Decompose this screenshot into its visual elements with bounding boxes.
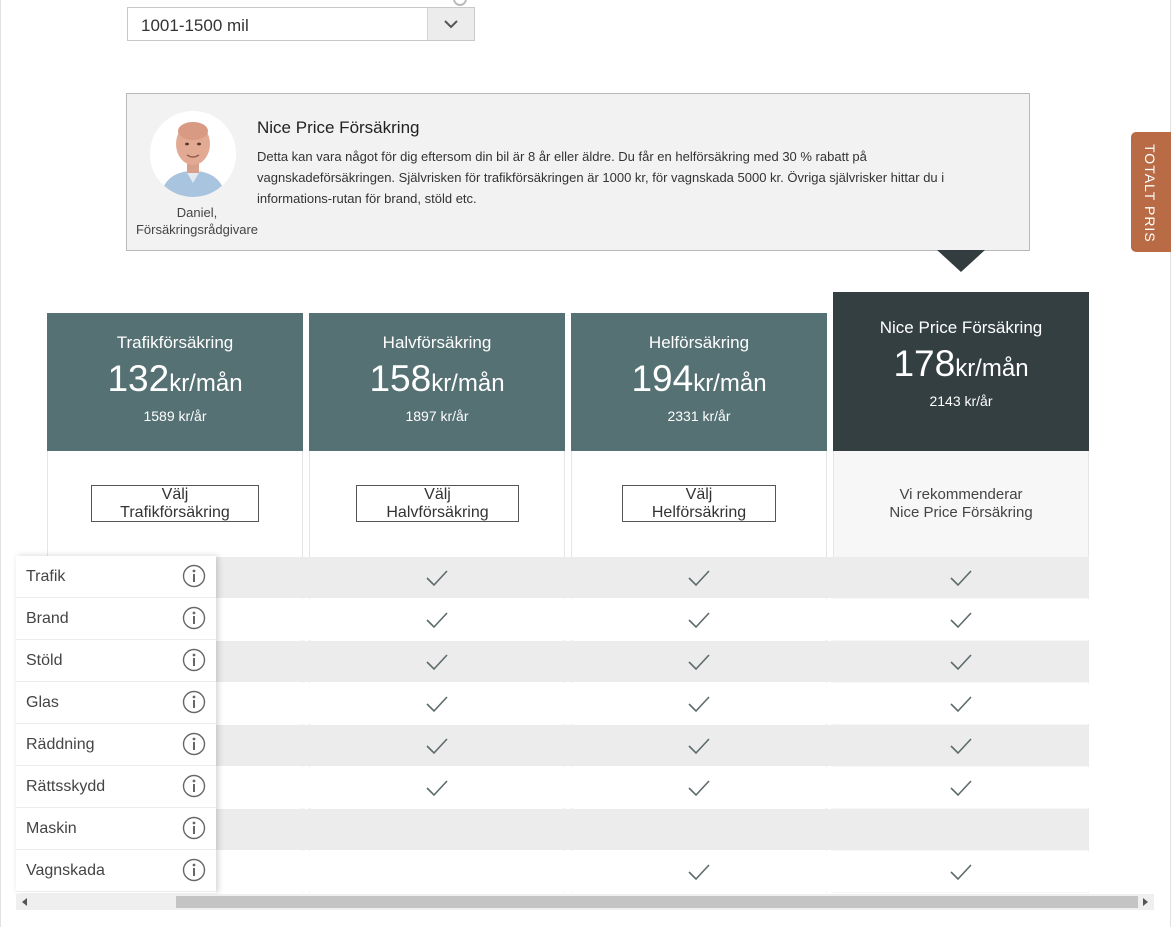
scrollbar-thumb[interactable]: [176, 896, 1138, 908]
recommendation-text: Vi rekommenderar Nice Price Försäkring: [833, 486, 1089, 522]
plan-header-trafik: Trafikförsäkring 132kr/mån 1589 kr/år: [47, 313, 303, 451]
recommendation-pointer: [937, 250, 985, 272]
feature-row: Brand: [16, 598, 216, 640]
plan-header-halv: Halvförsäkring 158kr/mån 1897 kr/år: [309, 313, 565, 451]
advisor-name: Daniel,: [176, 205, 218, 220]
recommendation-line-2: Nice Price Försäkring: [889, 504, 1033, 521]
checkmark-icon: [426, 612, 448, 629]
plan-name: Nice Price Försäkring: [879, 318, 1043, 337]
info-icon[interactable]: [182, 606, 206, 630]
advisor-avatar: [150, 111, 236, 197]
feature-label: Brand: [26, 610, 69, 627]
feature-label: Rättsskydd: [26, 778, 106, 795]
advisor-caption: Daniel, Försäkringsrådgivare: [127, 204, 267, 238]
feature-row: Glas: [16, 682, 216, 724]
frame-left-border: [0, 0, 1, 927]
plan-price-unit: kr/mån: [169, 370, 243, 397]
advisor-recommendation-box: Daniel, Försäkringsrådgivare Nice Price …: [126, 93, 1030, 251]
plan-name: Halvförsäkring: [382, 333, 492, 352]
plan-name: Helförsäkring: [648, 333, 750, 352]
plan-yearly-price: 2143 kr/år: [929, 393, 993, 409]
advisor-text: Detta kan vara något för dig eftersom di…: [257, 149, 945, 206]
checkmark-icon: [688, 864, 710, 881]
info-icon[interactable]: [182, 564, 206, 588]
checkmark-icon: [426, 696, 448, 713]
plan-price: 178kr/mån: [833, 344, 1089, 389]
plan-price-unit: kr/mån: [955, 355, 1029, 382]
checkmark-icon: [950, 654, 972, 671]
info-icon[interactable]: [182, 690, 206, 714]
info-icon[interactable]: [182, 816, 206, 840]
feature-label: Vagnskada: [26, 862, 105, 879]
advisor-title: Nice Price Försäkring: [257, 118, 420, 137]
help-circle-icon[interactable]: [453, 0, 467, 6]
choose-hel-button[interactable]: Välj Helförsäkring: [622, 485, 776, 522]
plan-yearly-price: 2331 kr/år: [667, 408, 731, 424]
choose-halv-button[interactable]: Välj Halvförsäkring: [356, 485, 519, 522]
checkmark-icon: [950, 570, 972, 587]
plan-header-niceprice: Nice Price Försäkring 178kr/mån 2143 kr/…: [833, 292, 1089, 451]
plan-price: 132kr/mån: [47, 359, 303, 404]
mileage-select[interactable]: 1001-1500 mil: [127, 7, 475, 41]
plan-price-unit: kr/mån: [431, 370, 505, 397]
plan-name: Trafikförsäkring: [116, 333, 234, 352]
info-icon[interactable]: [182, 732, 206, 756]
checkmark-icon: [950, 612, 972, 629]
plan-price: 158kr/mån: [309, 359, 565, 404]
plan-price-amount: 178: [893, 343, 956, 384]
checkmark-icon: [688, 612, 710, 629]
feature-row: Trafik: [16, 556, 216, 598]
scroll-right-arrow-icon[interactable]: [1143, 898, 1148, 906]
feature-row: Räddning: [16, 724, 216, 766]
feature-label: Trafik: [26, 568, 66, 585]
checkmark-icon: [688, 696, 710, 713]
info-icon[interactable]: [182, 858, 206, 882]
feature-row: Maskin: [16, 808, 216, 850]
feature-row: Stöld: [16, 640, 216, 682]
plan-price-unit: kr/mån: [693, 370, 767, 397]
plan-price-amount: 132: [107, 358, 170, 399]
horizontal-scrollbar[interactable]: [16, 894, 1154, 910]
feature-label: Räddning: [26, 736, 95, 753]
recommendation-line-1: Vi rekommenderar: [899, 486, 1023, 503]
checkmark-icon: [950, 864, 972, 881]
feature-label: Maskin: [26, 820, 77, 837]
plan-price-amount: 194: [631, 358, 694, 399]
feature-label: Stöld: [26, 652, 63, 669]
checkmark-icon: [950, 696, 972, 713]
plan-header-hel: Helförsäkring 194kr/mån 2331 kr/år: [571, 313, 827, 451]
checkmark-icon: [426, 738, 448, 755]
mileage-select-value: 1001-1500 mil: [141, 16, 249, 35]
checkmark-icon: [688, 780, 710, 797]
checkmark-icon: [426, 570, 448, 587]
feature-label: Glas: [26, 694, 59, 711]
feature-row: Vagnskada: [16, 850, 216, 892]
plan-yearly-price: 1589 kr/år: [143, 408, 207, 424]
plan-price: 194kr/mån: [571, 359, 827, 404]
checkmark-icon: [688, 738, 710, 755]
scroll-left-arrow-icon[interactable]: [22, 898, 27, 906]
chevron-down-icon[interactable]: [427, 8, 474, 40]
info-icon[interactable]: [182, 648, 206, 672]
info-icon[interactable]: [182, 774, 206, 798]
checkmark-icon: [688, 654, 710, 671]
feature-list-panel: Trafik Brand Stöld Glas Räddning Rättsskydd Ma…: [16, 556, 216, 893]
feature-row: Rättsskydd: [16, 766, 216, 808]
checkmark-icon: [426, 654, 448, 671]
plan-price-amount: 158: [369, 358, 432, 399]
total-price-tab[interactable]: TOTALT PRIS: [1131, 132, 1171, 252]
plan-yearly-price: 1897 kr/år: [405, 408, 469, 424]
checkmark-icon: [688, 570, 710, 587]
checkmark-icon: [950, 780, 972, 797]
checkmark-icon: [426, 780, 448, 797]
checkmark-icon: [950, 738, 972, 755]
advisor-role: Försäkringsrådgivare: [135, 222, 259, 237]
choose-trafik-button[interactable]: Välj Trafikförsäkring: [91, 485, 259, 522]
total-price-tab-label: TOTALT PRIS: [1142, 144, 1158, 243]
